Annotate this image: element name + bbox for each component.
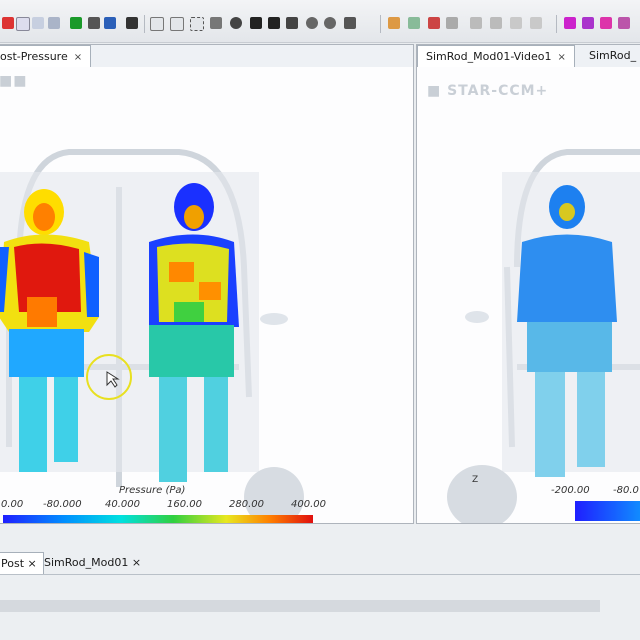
frame-icon[interactable] [170, 17, 184, 31]
palette-icon[interactable] [582, 17, 594, 29]
marker-icon[interactable] [600, 17, 612, 29]
legend-tick: -200.00 [551, 485, 590, 496]
seat-pressure-render [0, 149, 304, 523]
green-flag-icon[interactable] [70, 17, 82, 29]
view-right-icon[interactable] [268, 17, 280, 29]
flag-outline-icon[interactable] [16, 17, 30, 31]
horizontal-scrollbar[interactable] [0, 600, 600, 612]
legend-title: Pressure (Pa) [119, 485, 186, 496]
close-icon[interactable]: × [74, 52, 82, 63]
legend-tick: -80.0 [613, 485, 639, 496]
mount-part [260, 313, 288, 325]
legend-tick: 160.00 [167, 499, 202, 510]
toolbar-separator [144, 15, 145, 33]
legend-tick: 0.00 [1, 499, 24, 510]
tool-icon-4[interactable] [530, 17, 542, 29]
stop-icon[interactable] [126, 17, 138, 29]
bottom-divider [0, 574, 640, 575]
close-icon[interactable]: × [132, 556, 141, 569]
color-icon[interactable] [564, 17, 576, 29]
legend-tick: 400.00 [291, 499, 326, 510]
toolbar-separator [380, 15, 381, 33]
close-icon[interactable]: × [557, 52, 565, 63]
tab-label: SimRod_ [589, 49, 637, 62]
tab-post-pressure[interactable]: ost-Pressure × [0, 45, 92, 67]
bottom-panel [0, 524, 640, 640]
main-toolbar [0, 0, 640, 43]
clipboard-icon[interactable] [48, 17, 60, 29]
filter-icon[interactable] [446, 17, 458, 29]
scene-viewport-video[interactable]: ■ STAR-CCM+ Z -200.00 -80.0 [417, 67, 640, 523]
tool-icon[interactable] [470, 17, 482, 29]
close-icon[interactable]: × [28, 557, 37, 570]
rotate-icon[interactable] [230, 17, 242, 29]
scene-panel-pressure: ost-Pressure × ■■ Pressure (Pa) 0.00 -80… [0, 44, 414, 524]
tool-icon-2[interactable] [490, 17, 502, 29]
monitor-icon[interactable] [428, 17, 440, 29]
zoom-out-icon[interactable] [324, 17, 336, 29]
screenshot-icon[interactable] [150, 17, 164, 31]
right-tabbar: SimRod_Mod01-Video1 × SimRod_ [417, 45, 640, 68]
tab-label: ost-Pressure [0, 50, 68, 63]
pan-icon[interactable] [210, 17, 222, 29]
fit-icon[interactable] [344, 17, 356, 29]
tab-simrod-video1[interactable]: SimRod_Mod01-Video1 × [417, 45, 575, 67]
colormap-bar [3, 515, 313, 523]
scene-viewport-pressure[interactable]: ■■ Pressure (Pa) 0.00 -80.000 40.000 160… [0, 67, 413, 523]
pencil-icon[interactable] [618, 17, 630, 29]
tab-label: SimRod_Mod01 [44, 556, 129, 569]
select-icon[interactable] [190, 17, 204, 31]
mount-part [465, 311, 489, 323]
tab-simrod-mod01[interactable]: SimRod_Mod01 × [38, 552, 147, 574]
copy-icon[interactable] [32, 17, 44, 29]
scene-panel-video: SimRod_Mod01-Video1 × SimRod_ ■ STAR-CCM+ [416, 44, 640, 524]
step-icon[interactable] [104, 17, 116, 29]
view-iso-icon[interactable] [286, 17, 298, 29]
toolbar-separator [556, 15, 557, 33]
legend-tick: 280.00 [229, 499, 264, 510]
colormap-bar [575, 501, 640, 521]
axis-triad-label: Z [472, 475, 479, 485]
plot-icon[interactable] [408, 17, 420, 29]
wheel [447, 465, 517, 523]
tab-simrod[interactable]: SimRod_ [581, 45, 640, 66]
scene-icon[interactable] [388, 17, 400, 29]
run-icon[interactable] [2, 17, 14, 29]
view-left-icon[interactable] [250, 17, 262, 29]
zoom-in-icon[interactable] [306, 17, 318, 29]
tab-label: Post [1, 557, 25, 570]
seat-video-render [447, 149, 640, 523]
tool-icon-3[interactable] [510, 17, 522, 29]
left-tabbar: ost-Pressure × [0, 45, 413, 68]
tab-label: SimRod_Mod01-Video1 [426, 50, 552, 63]
legend-tick: 40.000 [105, 499, 140, 510]
legend-tick: -80.000 [43, 499, 82, 510]
walk-icon[interactable] [88, 17, 100, 29]
